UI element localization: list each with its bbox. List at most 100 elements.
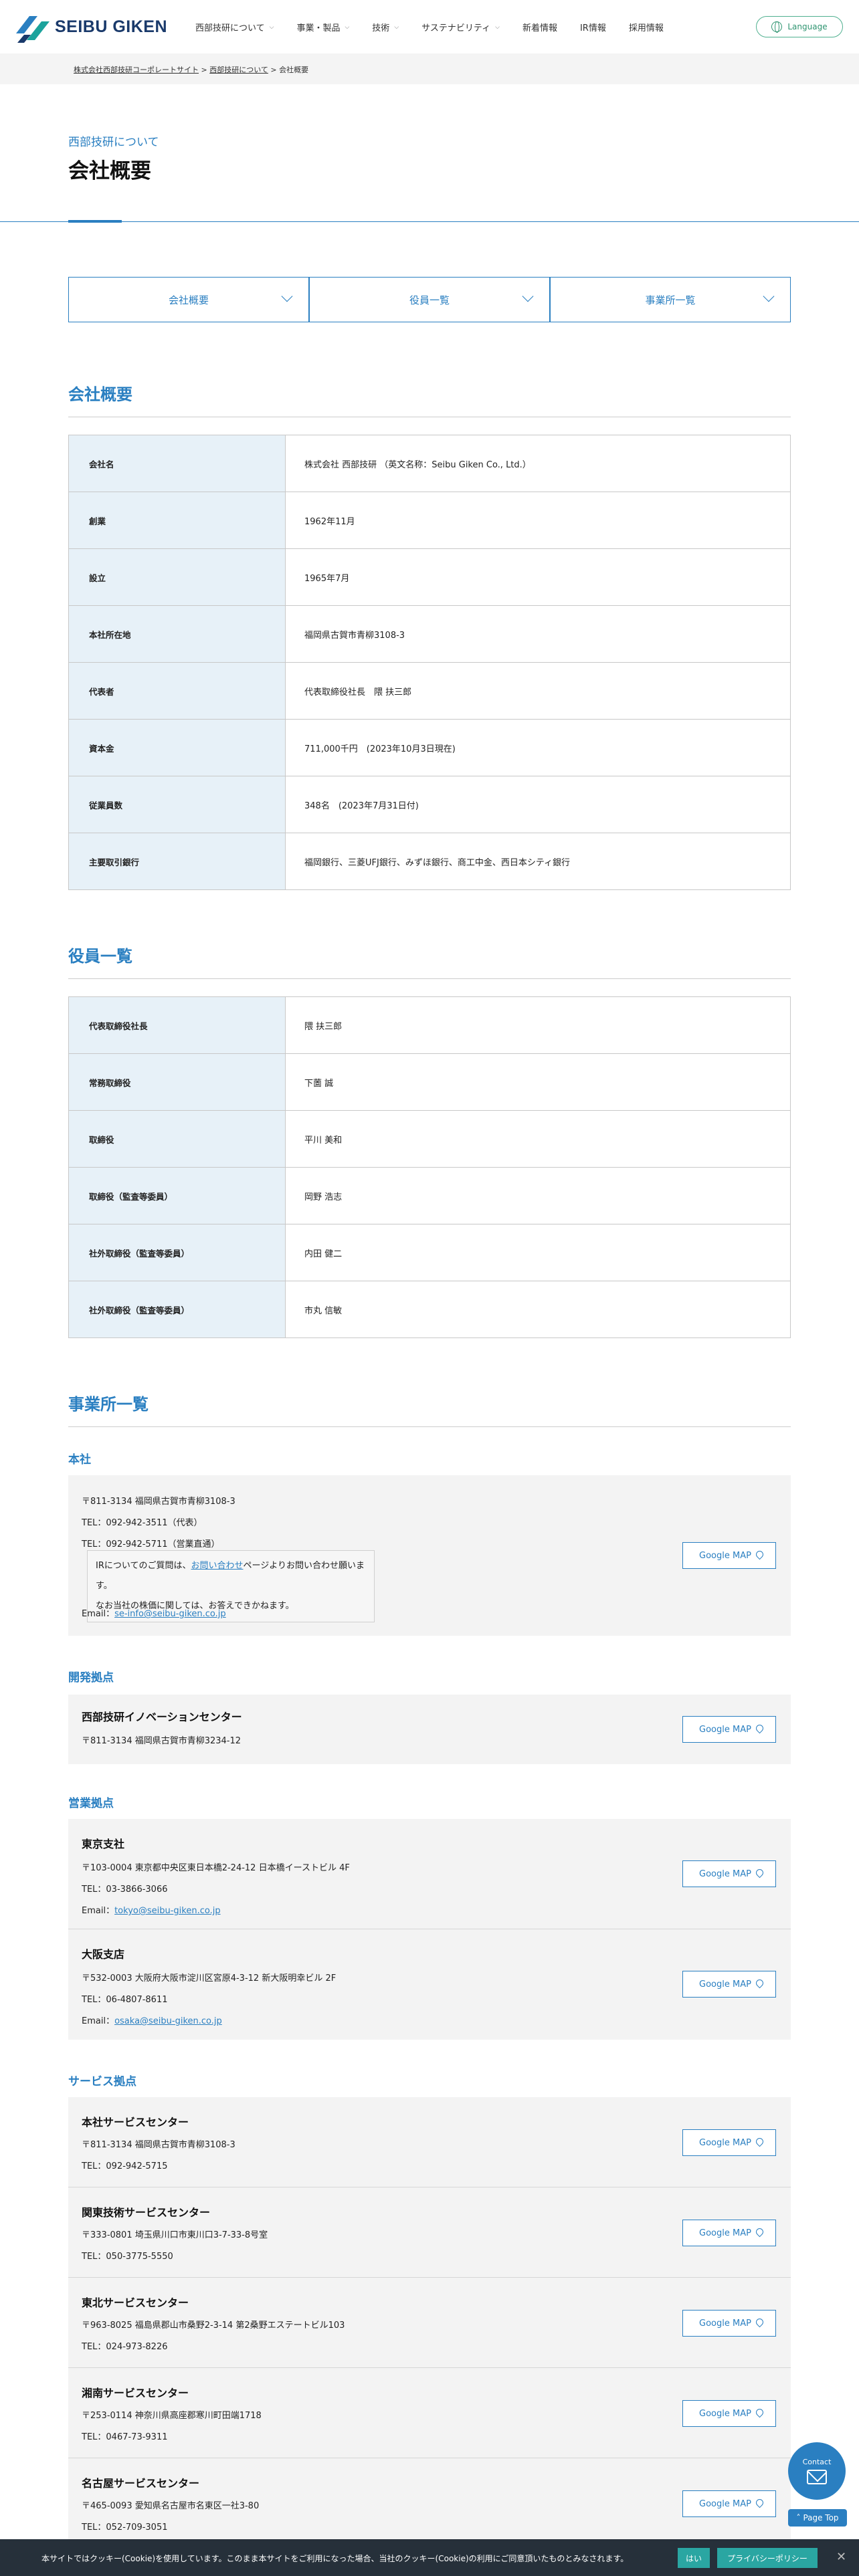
email-link[interactable]: tokyo@seibu-giken.co.jp [114, 1906, 221, 1916]
nav-sustainability[interactable]: サステナビリティ ⌵ [421, 21, 500, 33]
nav-recruit[interactable]: 採用情報 [629, 21, 664, 33]
anchor-overview[interactable]: 会社概要 [68, 277, 309, 322]
office-email: Email：osaka@seibu-giken.co.jp [82, 2014, 222, 2026]
breadcrumb-current: 会社概要 [279, 66, 309, 74]
contact-floating-button[interactable]: Contact [788, 2442, 846, 2500]
office-item: 名古屋サービスセンター 〒465-0093 愛知県名古屋市名東区一社3-80 T… [68, 2458, 791, 2549]
row-label: 従業員数 [68, 776, 286, 833]
nav-about[interactable]: 西部技研について ⌵ [195, 21, 274, 33]
breadcrumb-parent[interactable]: 西部技研について [209, 66, 268, 74]
map-label: Google MAP [699, 2137, 751, 2148]
google-map-button[interactable]: Google MAP [682, 2310, 776, 2337]
google-map-button[interactable]: Google MAP [682, 1716, 776, 1743]
office-tel: TEL：024-973-8226 [82, 2342, 168, 2352]
officers-heading: 役員一覧 [68, 943, 791, 979]
row-label: 代表者 [68, 662, 286, 720]
office-address: 〒253-0114 神奈川県高座郡寒川町田端1718 [82, 2411, 262, 2421]
language-button[interactable]: Language [756, 16, 843, 37]
page-title: 会社概要 [68, 159, 151, 183]
site-logo[interactable]: SEIBU GIKEN [15, 9, 167, 44]
privacy-policy-button[interactable]: プライバシーポリシー [717, 2548, 818, 2568]
officers-table: 代表取締役社長隈 扶三郎 常務取締役 下薗 誠 取締役 平川 美和 取締役（監査等委… [68, 996, 791, 1338]
office-address: 〒811-3134 福岡県古賀市青柳3234-12 [82, 1736, 242, 1746]
overview-table: 会社名 株式会社 西部技研 （英文名称：Seibu Giken Co., Ltd.… [68, 435, 791, 890]
nav-news[interactable]: 新着情報 [522, 21, 557, 33]
contact-link[interactable]: お問い合わせ [191, 1561, 243, 1571]
offices-heading: 事業所一覧 [68, 1391, 791, 1427]
row-label: 社外取締役（監査等委員） [68, 1281, 286, 1338]
table-row: 本社所在地 福岡県古賀市青柳3108-3 [68, 605, 791, 663]
table-row: 設立 1965年7月 [68, 548, 791, 606]
row-label: 取締役 [68, 1110, 286, 1168]
office-address: 〒103-0004 東京都中央区東日本橋2-24-12 日本橋イーストビル 4F [82, 1863, 350, 1873]
table-row: 取締役（監査等委員） 岡野 浩志 [68, 1167, 791, 1224]
nav-ir[interactable]: IR情報 [580, 21, 606, 33]
map-label: Google MAP [699, 2228, 751, 2238]
row-label: 常務取締役 [68, 1053, 286, 1111]
table-row: 創業 1962年11月 [68, 492, 791, 549]
google-map-button[interactable]: Google MAP [682, 2400, 776, 2427]
title-divider [0, 221, 859, 222]
nav-business[interactable]: 事業・製品 ⌵ [296, 21, 349, 33]
table-row: 代表者 代表取締役社長 隈 扶三郎 [68, 662, 791, 720]
chevron-down-icon [281, 290, 293, 302]
service-heading: サービス拠点 [68, 2075, 136, 2088]
nav-label: 採用情報 [628, 23, 664, 33]
map-pin-icon [754, 1723, 765, 1734]
email-link[interactable]: osaka@seibu-giken.co.jp [114, 2016, 222, 2026]
envelope-icon [807, 2470, 827, 2484]
cookie-message: 本サイトではクッキー(Cookie)を使用しています。このまま本サイトをご利用に… [41, 2554, 629, 2563]
page-top-label: Page Top [803, 2513, 839, 2523]
email-label: Email： [82, 2016, 115, 2026]
office-tel: TEL：092-942-5715 [82, 2161, 168, 2171]
caret-up-icon: ˄ [796, 2513, 801, 2523]
row-label: 資本金 [68, 719, 286, 776]
nav-label: 西部技研について [195, 23, 265, 33]
office-item: 関東技術サービスセンター 〒333-0801 埼玉県川口市東川口3-7-33-8… [68, 2187, 791, 2278]
google-map-button[interactable]: Google MAP [682, 2220, 776, 2246]
cookie-accept-button[interactable]: はい [678, 2548, 710, 2568]
map-pin-icon [754, 2497, 765, 2508]
row-value: 内田 健二 [285, 1224, 791, 1281]
google-map-button[interactable]: Google MAP [682, 1860, 776, 1887]
table-row: 取締役 平川 美和 [68, 1110, 791, 1168]
breadcrumb-home[interactable]: 株式会社西部技研コーポレートサイト [74, 66, 199, 74]
office-name: 湘南サービスセンター [82, 2387, 189, 2399]
row-value: 1962年11月 [285, 492, 791, 549]
global-nav: 西部技研について ⌵ 事業・製品 ⌵ 技術 ⌵ サステナビリティ ⌵ 新着情報 IR情報… [195, 21, 686, 33]
page-top-button[interactable]: ˄ Page Top [788, 2509, 847, 2527]
dev-box: 西部技研イノベーションセンター 〒811-3134 福岡県古賀市青柳3234-1… [68, 1695, 791, 1764]
office-tel: TEL：050-3775-5550 [82, 2252, 173, 2262]
email-link[interactable]: se-info@seibu-giken.co.jp [114, 1609, 226, 1619]
sales-box: 東京支社 〒103-0004 東京都中央区東日本橋2-24-12 日本橋イースト… [68, 1819, 791, 2040]
row-value: 平川 美和 [285, 1110, 791, 1168]
chevron-down-icon: ⌵ [394, 23, 399, 31]
table-row: 主要取引銀行 福岡銀行、三菱UFJ銀行、みずほ銀行、商工中金、西日本シティ銀行 [68, 833, 791, 890]
anchor-officers[interactable]: 役員一覧 [309, 277, 550, 322]
office-tel: TEL：052-709-3051 [82, 2523, 168, 2533]
row-value: 株式会社 西部技研 （英文名称：Seibu Giken Co., Ltd.） [285, 435, 791, 492]
head-office-heading: 本社 [68, 1453, 91, 1467]
office-address: 〒811-3134 福岡県古賀市青柳3108-3 [82, 2140, 235, 2150]
nav-technology[interactable]: 技術 ⌵ [372, 21, 399, 33]
google-map-button[interactable]: Google MAP [682, 2490, 776, 2517]
map-pin-icon [754, 2317, 765, 2328]
globe-icon [771, 21, 783, 33]
table-row: 社外取締役（監査等委員） 市丸 信敏 [68, 1281, 791, 1338]
row-label: 取締役（監査等委員） [68, 1167, 286, 1224]
google-map-button[interactable]: Google MAP [682, 1542, 776, 1569]
map-pin-icon [754, 2226, 765, 2238]
row-value: 福岡銀行、三菱UFJ銀行、みずほ銀行、商工中金、西日本シティ銀行 [285, 833, 791, 890]
google-map-button[interactable]: Google MAP [682, 2129, 776, 2156]
google-map-button[interactable]: Google MAP [682, 1971, 776, 1998]
seibu-giken-logo-icon [15, 9, 52, 44]
office-tel: TEL：0467-73-9311 [82, 2432, 168, 2442]
anchor-offices[interactable]: 事業所一覧 [550, 277, 791, 322]
office-item: 東京支社 〒103-0004 東京都中央区東日本橋2-24-12 日本橋イースト… [68, 1819, 791, 1929]
office-address: 〒963-8025 福島県郡山市桑野2-3-14 第2桑野エステートビル103 [82, 2321, 345, 2331]
breadcrumb: 株式会社西部技研コーポレートサイト > 西部技研について > 会社概要 [74, 64, 308, 75]
close-icon[interactable]: ✕ [836, 2550, 846, 2564]
office-tel: TEL：092-942-3511（代表） [82, 1518, 203, 1528]
office-name: 西部技研イノベーションセンター [82, 1711, 242, 1723]
row-value: 下薗 誠 [285, 1053, 791, 1111]
